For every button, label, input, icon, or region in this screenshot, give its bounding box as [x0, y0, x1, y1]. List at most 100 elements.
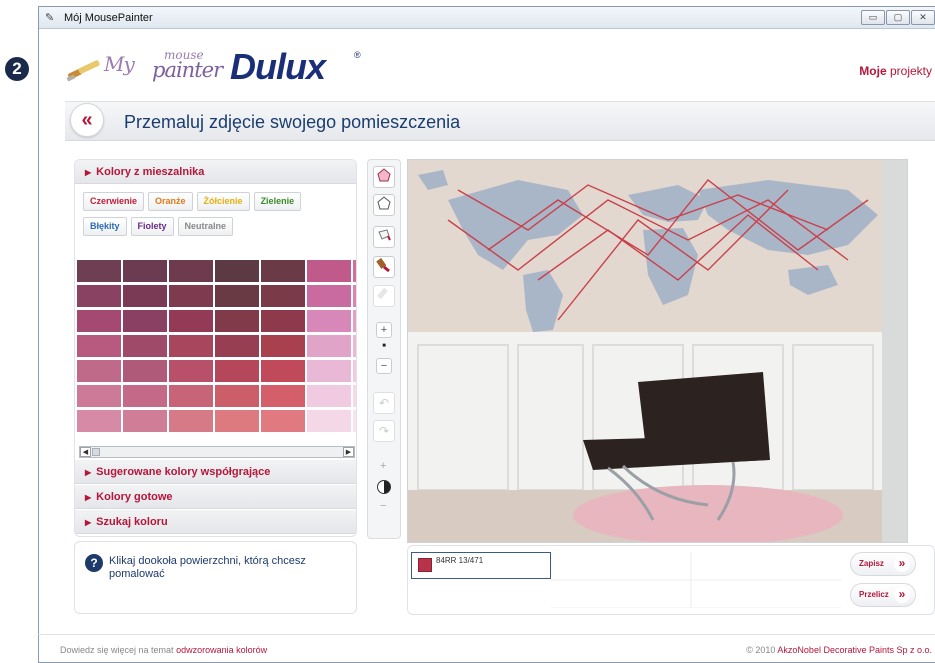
my-projects-link[interactable]: Moje projekty — [859, 64, 932, 78]
zoom-in-icon[interactable]: + — [376, 322, 392, 338]
scroll-thumb[interactable] — [92, 448, 100, 456]
color-swatch[interactable] — [261, 335, 305, 357]
color-swatch[interactable] — [215, 310, 259, 332]
color-swatch[interactable] — [307, 410, 351, 432]
color-swatch[interactable] — [353, 410, 356, 432]
color-swatch[interactable] — [77, 335, 121, 357]
color-swatch[interactable] — [77, 385, 121, 407]
color-family-czerwienie-button[interactable]: Czerwienie — [83, 192, 145, 211]
color-swatch[interactable] — [353, 260, 356, 282]
swatch-horizontal-scrollbar[interactable]: ◀ ▶ — [79, 446, 355, 458]
color-swatch[interactable] — [353, 360, 356, 382]
color-swatch[interactable] — [307, 360, 351, 382]
color-swatch[interactable] — [353, 285, 356, 307]
color-swatch[interactable] — [169, 260, 213, 282]
color-swatch[interactable] — [123, 335, 167, 357]
maximize-button[interactable]: ▢ — [886, 10, 910, 25]
brightness-contrast-icon[interactable] — [377, 480, 391, 494]
color-family--cienie-button[interactable]: Żółcienie — [196, 192, 250, 211]
color-family-oran-e-button[interactable]: Oranże — [148, 192, 193, 211]
brush-tool-icon[interactable] — [373, 256, 395, 278]
brightness-plus-icon[interactable]: + — [380, 460, 386, 472]
brightness-minus-icon[interactable]: − — [380, 500, 386, 512]
logo-my-text: My — [104, 52, 135, 76]
color-swatch[interactable] — [169, 335, 213, 357]
color-swatch[interactable] — [307, 385, 351, 407]
accordion-mixer-colors[interactable]: ▶ Kolory z mieszalnika — [75, 160, 356, 184]
color-swatch[interactable] — [353, 335, 356, 357]
color-swatch[interactable] — [77, 410, 121, 432]
back-button[interactable]: « — [70, 103, 104, 137]
color-swatch[interactable] — [261, 285, 305, 307]
paint-bucket-icon[interactable] — [373, 226, 395, 248]
polygon-erase-tool-icon[interactable] — [373, 194, 395, 216]
color-swatch[interactable] — [169, 385, 213, 407]
recalculate-label: Przelicz — [859, 590, 889, 599]
color-swatch[interactable] — [123, 310, 167, 332]
accordion-ready-label: Kolory gotowe — [96, 491, 173, 503]
accordion-search-label: Szukaj koloru — [96, 516, 168, 528]
color-swatch[interactable] — [123, 385, 167, 407]
color-family-fiolety-button[interactable]: Fiolety — [130, 217, 174, 236]
color-swatch[interactable] — [215, 285, 259, 307]
accordion-suggested-colors[interactable]: ▶ Sugerowane kolory współgrające — [75, 460, 356, 484]
room-photo-canvas[interactable] — [407, 159, 908, 543]
window-controls: ▭ ▢ ✕ — [860, 10, 935, 25]
akzonobel-link[interactable]: AkzoNobel Decorative Paints Sp z o.o. — [777, 645, 932, 655]
color-swatch[interactable] — [169, 360, 213, 382]
zoom-level-indicator: ■ — [382, 343, 386, 349]
minimize-button[interactable]: ▭ — [861, 10, 885, 25]
color-swatch[interactable] — [307, 285, 351, 307]
scroll-right-icon[interactable]: ▶ — [343, 447, 354, 457]
color-swatch[interactable] — [215, 360, 259, 382]
recalculate-button[interactable]: Przelicz » — [850, 583, 916, 607]
color-swatch[interactable] — [215, 260, 259, 282]
color-family-b-kity-button[interactable]: Błękity — [83, 217, 127, 236]
accordion-ready-colors[interactable]: ▶ Kolory gotowe — [75, 485, 356, 509]
color-swatch[interactable] — [123, 410, 167, 432]
color-swatch[interactable] — [307, 335, 351, 357]
color-swatch[interactable] — [307, 260, 351, 282]
color-family-neutralne-button[interactable]: Neutralne — [177, 217, 234, 236]
color-swatch[interactable] — [77, 285, 121, 307]
color-swatch[interactable] — [261, 310, 305, 332]
eraser-tool-icon[interactable] — [373, 285, 395, 307]
color-swatch[interactable] — [261, 410, 305, 432]
chevron-right-icon: » — [894, 556, 910, 572]
selected-color-slot[interactable]: 84RR 13/471 — [411, 552, 551, 579]
color-swatch[interactable] — [169, 285, 213, 307]
color-swatch[interactable] — [123, 360, 167, 382]
color-swatch[interactable] — [77, 260, 121, 282]
zoom-out-icon[interactable]: − — [376, 358, 392, 374]
color-swatch[interactable] — [77, 310, 121, 332]
color-swatch[interactable] — [261, 385, 305, 407]
accordion-arrow-icon: ▶ — [85, 493, 92, 502]
color-swatch[interactable] — [261, 360, 305, 382]
logo-registered-mark: ® — [354, 50, 361, 60]
undo-icon[interactable]: ↶ — [373, 392, 395, 414]
polygon-fill-tool-icon[interactable] — [373, 166, 395, 188]
color-swatch[interactable] — [169, 410, 213, 432]
color-swatch[interactable] — [261, 260, 305, 282]
accordion-search-color[interactable]: ▶ Szukaj koloru — [75, 510, 356, 534]
close-button[interactable]: ✕ — [911, 10, 935, 25]
color-swatch[interactable] — [353, 385, 356, 407]
color-family-zielenie-button[interactable]: Zielenie — [253, 192, 302, 211]
color-swatch-grid — [75, 260, 356, 435]
color-swatch[interactable] — [123, 285, 167, 307]
mymousepainter-dulux-logo: My mouse painter Dulux ® — [66, 46, 366, 90]
color-swatch[interactable] — [353, 310, 356, 332]
accordion-arrow-icon: ▶ — [85, 468, 92, 477]
color-swatch[interactable] — [169, 310, 213, 332]
redo-icon[interactable]: ↷ — [373, 420, 395, 442]
save-button[interactable]: Zapisz » — [850, 552, 916, 576]
color-swatch[interactable] — [77, 360, 121, 382]
color-swatch[interactable] — [215, 385, 259, 407]
scroll-left-icon[interactable]: ◀ — [80, 447, 91, 457]
color-rendering-link[interactable]: odwzorowania kolorów — [176, 645, 267, 655]
color-swatch[interactable] — [307, 310, 351, 332]
empty-color-slots — [551, 552, 841, 608]
color-swatch[interactable] — [215, 410, 259, 432]
color-swatch[interactable] — [215, 335, 259, 357]
color-swatch[interactable] — [123, 260, 167, 282]
